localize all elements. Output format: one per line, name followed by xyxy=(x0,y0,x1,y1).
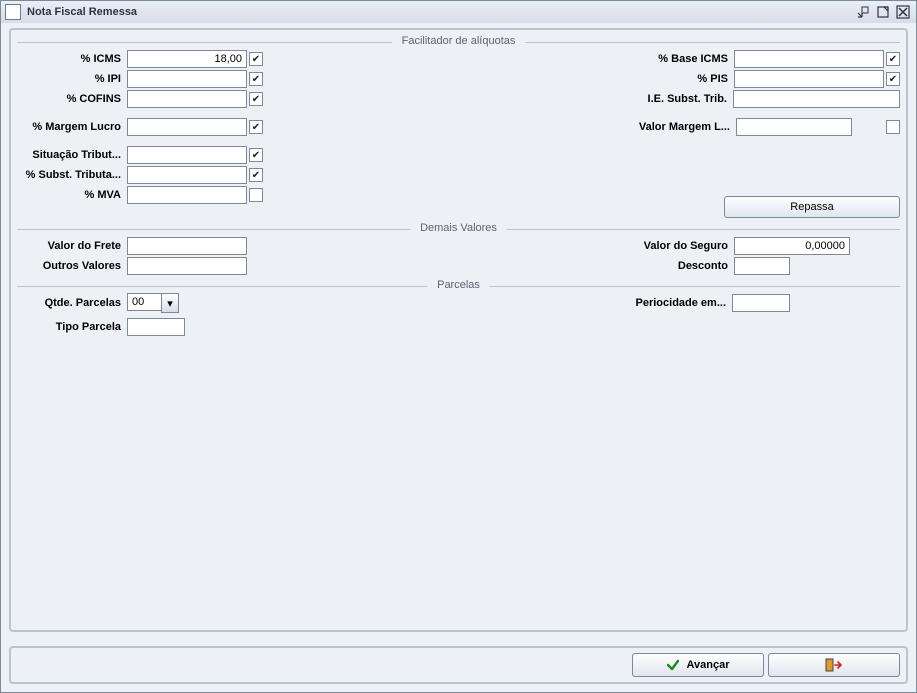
ipi-check[interactable]: ✔ xyxy=(249,72,263,86)
desconto-label: Desconto xyxy=(389,260,734,272)
section-parcelas-title: Parcelas xyxy=(427,279,490,291)
icms-label: % ICMS xyxy=(17,53,127,65)
section-demais-title: Demais Valores xyxy=(410,222,507,234)
exit-door-icon xyxy=(825,658,843,672)
repassa-button[interactable]: Repassa xyxy=(724,196,900,218)
ipi-label: % IPI xyxy=(17,73,127,85)
seguro-label: Valor do Seguro xyxy=(389,240,734,252)
app-body: Facilitador de alíquotas % ICMS ✔ % IPI … xyxy=(1,23,916,692)
window-close-icon[interactable] xyxy=(894,4,912,20)
tipo-input[interactable] xyxy=(127,318,185,336)
avancar-label: Avançar xyxy=(686,659,729,671)
cofins-input[interactable] xyxy=(127,90,247,108)
mva-check[interactable] xyxy=(249,188,263,202)
pis-check[interactable]: ✔ xyxy=(886,72,900,86)
margem-label: % Margem Lucro xyxy=(17,121,127,133)
substtrib-check[interactable]: ✔ xyxy=(249,168,263,182)
window-title: Nota Fiscal Remessa xyxy=(27,6,852,18)
ipi-input[interactable] xyxy=(127,70,247,88)
desconto-input[interactable] xyxy=(734,257,790,275)
baseicms-input[interactable] xyxy=(734,50,884,68)
section-parcelas: Parcelas Qtde. Parcelas ▾ Tipo Parcela xyxy=(17,286,900,337)
window-titlebar: Nota Fiscal Remessa xyxy=(1,1,916,24)
qtde-combo[interactable]: ▾ xyxy=(127,293,179,313)
baseicms-check[interactable]: ✔ xyxy=(886,52,900,66)
substtrib-input[interactable] xyxy=(127,166,247,184)
outros-label: Outros Valores xyxy=(17,260,127,272)
outros-input[interactable] xyxy=(127,257,247,275)
footer-bar: Avançar xyxy=(9,646,908,684)
window-maximize-icon[interactable] xyxy=(874,4,892,20)
icms-check[interactable]: ✔ xyxy=(249,52,263,66)
chevron-down-icon[interactable]: ▾ xyxy=(161,293,179,313)
baseicms-label: % Base ICMS xyxy=(389,53,734,65)
valormargem-label: Valor Margem L... xyxy=(389,121,736,133)
aliquotas-right: % Base ICMS ✔ % PIS ✔ I.E. Subst. Trib. xyxy=(389,49,900,219)
main-panel: Facilitador de alíquotas % ICMS ✔ % IPI … xyxy=(9,28,908,632)
sittrib-input[interactable] xyxy=(127,146,247,164)
mva-label: % MVA xyxy=(17,189,127,201)
valormargem-check[interactable] xyxy=(886,120,900,134)
margem-check[interactable]: ✔ xyxy=(249,120,263,134)
exit-button[interactable] xyxy=(768,653,900,677)
qtde-input[interactable] xyxy=(127,293,161,311)
window-icon xyxy=(5,4,21,20)
seguro-input[interactable] xyxy=(734,237,850,255)
qtde-label: Qtde. Parcelas xyxy=(17,297,127,309)
window-minimize-icon[interactable] xyxy=(854,4,872,20)
tipo-label: Tipo Parcela xyxy=(17,321,127,333)
aliquotas-left: % ICMS ✔ % IPI ✔ % COFINS ✔ xyxy=(17,49,357,219)
period-label: Periocidade em... xyxy=(389,297,732,309)
section-aliquotas-title: Facilitador de alíquotas xyxy=(392,35,526,47)
avancar-button[interactable]: Avançar xyxy=(632,653,764,677)
mva-input[interactable] xyxy=(127,186,247,204)
check-icon xyxy=(666,658,680,672)
frete-label: Valor do Frete xyxy=(17,240,127,252)
pis-input[interactable] xyxy=(734,70,884,88)
section-aliquotas: Facilitador de alíquotas % ICMS ✔ % IPI … xyxy=(17,42,900,219)
iesubst-input[interactable] xyxy=(733,90,900,108)
valormargem-input[interactable] xyxy=(736,118,852,136)
iesubst-label: I.E. Subst. Trib. xyxy=(389,93,733,105)
section-demais: Demais Valores Valor do Frete Outros Val… xyxy=(17,229,900,276)
margem-input[interactable] xyxy=(127,118,247,136)
frete-input[interactable] xyxy=(127,237,247,255)
substtrib-label: % Subst. Tributa... xyxy=(17,169,127,181)
pis-label: % PIS xyxy=(389,73,734,85)
sittrib-label: Situação Tribut... xyxy=(17,149,127,161)
period-input[interactable] xyxy=(732,294,790,312)
cofins-label: % COFINS xyxy=(17,93,127,105)
sittrib-check[interactable]: ✔ xyxy=(249,148,263,162)
cofins-check[interactable]: ✔ xyxy=(249,92,263,106)
icms-input[interactable] xyxy=(127,50,247,68)
